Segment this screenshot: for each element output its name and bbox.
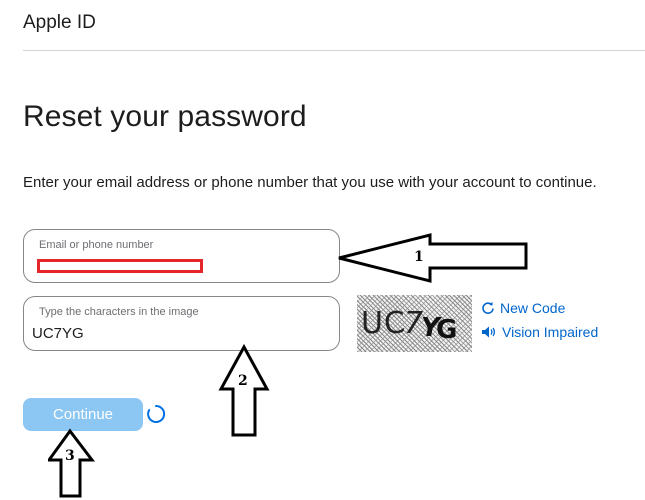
annotation-arrow-1-label: 1 — [414, 249, 424, 265]
annotation-arrow-2: 2 — [218, 343, 270, 437]
captcha-field-value[interactable]: UC7YG — [32, 325, 84, 342]
new-code-label: New Code — [500, 300, 566, 316]
loading-spinner-icon — [147, 404, 166, 423]
new-code-link[interactable]: New Code — [481, 300, 565, 316]
annotation-arrow-3-label: 3 — [65, 448, 75, 464]
email-field-label: Email or phone number — [39, 239, 154, 251]
svg-text:G: G — [436, 315, 457, 345]
vision-impaired-link[interactable]: Vision Impaired — [481, 324, 598, 340]
continue-button[interactable]: Continue — [23, 398, 143, 431]
header-divider — [23, 50, 645, 51]
svg-text:U: U — [361, 306, 383, 341]
captcha-field-label: Type the characters in the image — [39, 306, 199, 318]
annotation-arrow-1: 1 — [338, 233, 528, 283]
speaker-icon — [482, 326, 496, 338]
annotation-arrow-2-label: 2 — [238, 373, 248, 389]
email-field[interactable]: Email or phone number — [23, 229, 340, 283]
page-title: Reset your password — [23, 100, 307, 133]
refresh-icon — [482, 301, 494, 314]
redaction-box — [37, 259, 203, 273]
captcha-characters: U C 7 Y G — [361, 305, 457, 345]
svg-text:C: C — [383, 305, 406, 341]
header-title[interactable]: Apple ID — [23, 12, 96, 34]
captcha-image: U C 7 Y G — [357, 295, 472, 352]
instructions-text: Enter your email address or phone number… — [23, 174, 597, 191]
vision-impaired-label: Vision Impaired — [502, 324, 599, 340]
captcha-field[interactable]: Type the characters in the image UC7YG — [23, 296, 340, 351]
annotation-arrow-3: 3 — [48, 428, 96, 498]
